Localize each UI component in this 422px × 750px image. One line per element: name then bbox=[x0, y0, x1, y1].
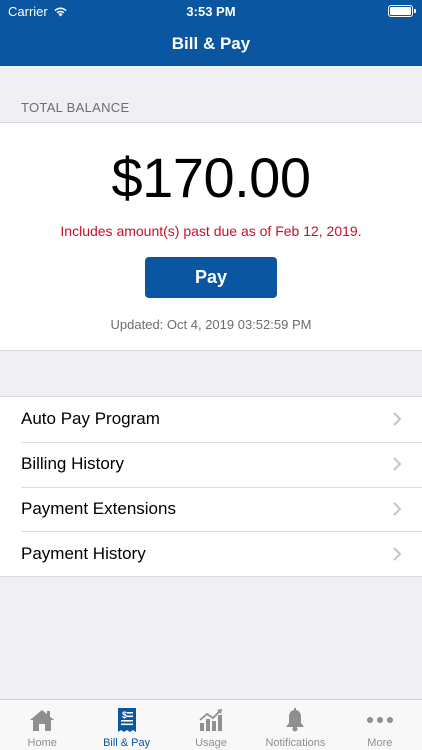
menu-item-billing-history[interactable]: Billing History bbox=[0, 441, 422, 487]
tab-label: Bill & Pay bbox=[103, 737, 151, 749]
tab-label: More bbox=[367, 737, 393, 749]
menu-item-payment-history[interactable]: Payment History bbox=[0, 531, 422, 576]
tab-usage[interactable]: Usage bbox=[169, 700, 253, 750]
tab-label: Usage bbox=[195, 737, 227, 749]
chevron-right-icon bbox=[393, 502, 401, 516]
menu-item-auto-pay-program[interactable]: Auto Pay Program bbox=[0, 397, 422, 442]
tab-bar: Home $ Bill & Pay Usage Notifications Mo… bbox=[0, 699, 422, 750]
tab-home[interactable]: Home bbox=[0, 700, 84, 750]
balance-card: $170.00 Includes amount(s) past due as o… bbox=[0, 122, 422, 351]
svg-text:$: $ bbox=[122, 710, 127, 720]
tab-label: Notifications bbox=[265, 737, 326, 749]
tab-bill-pay[interactable]: $ Bill & Pay bbox=[84, 700, 168, 750]
home-icon bbox=[30, 710, 55, 731]
chevron-right-icon bbox=[393, 457, 401, 471]
balance-amount: $170.00 bbox=[111, 146, 311, 209]
more-dots-icon bbox=[366, 717, 393, 723]
usage-chart-icon bbox=[199, 709, 223, 731]
tab-label: Home bbox=[27, 737, 57, 749]
bell-icon bbox=[286, 708, 305, 732]
menu-item-label: Payment Extensions bbox=[21, 498, 176, 518]
past-due-notice: Includes amount(s) past due as of Feb 12… bbox=[60, 223, 362, 239]
status-bar: Carrier 3:53 PM bbox=[0, 0, 422, 22]
battery-icon bbox=[388, 5, 416, 17]
menu-item-label: Payment History bbox=[21, 543, 146, 563]
menu-item-label: Auto Pay Program bbox=[21, 409, 160, 429]
navigation-bar: Bill & Pay bbox=[0, 22, 422, 66]
page-title: Bill & Pay bbox=[171, 34, 251, 53]
total-balance-header: TOTAL BALANCE bbox=[0, 66, 422, 122]
chevron-right-icon bbox=[393, 547, 401, 561]
menu-item-payment-extensions[interactable]: Payment Extensions bbox=[0, 486, 422, 532]
total-balance-label: TOTAL BALANCE bbox=[21, 100, 130, 115]
menu-item-label: Billing History bbox=[21, 454, 124, 474]
pay-button[interactable]: Pay bbox=[145, 257, 277, 298]
tab-more[interactable]: More bbox=[338, 700, 422, 750]
status-time: 3:53 PM bbox=[186, 4, 236, 19]
bill-icon: $ bbox=[117, 708, 136, 732]
chevron-right-icon bbox=[393, 412, 401, 426]
tab-notifications[interactable]: Notifications bbox=[253, 700, 337, 750]
bill-pay-menu: Auto Pay Program Billing History Payment… bbox=[0, 396, 422, 577]
updated-timestamp: Updated: Oct 4, 2019 03:52:59 PM bbox=[110, 317, 312, 332]
